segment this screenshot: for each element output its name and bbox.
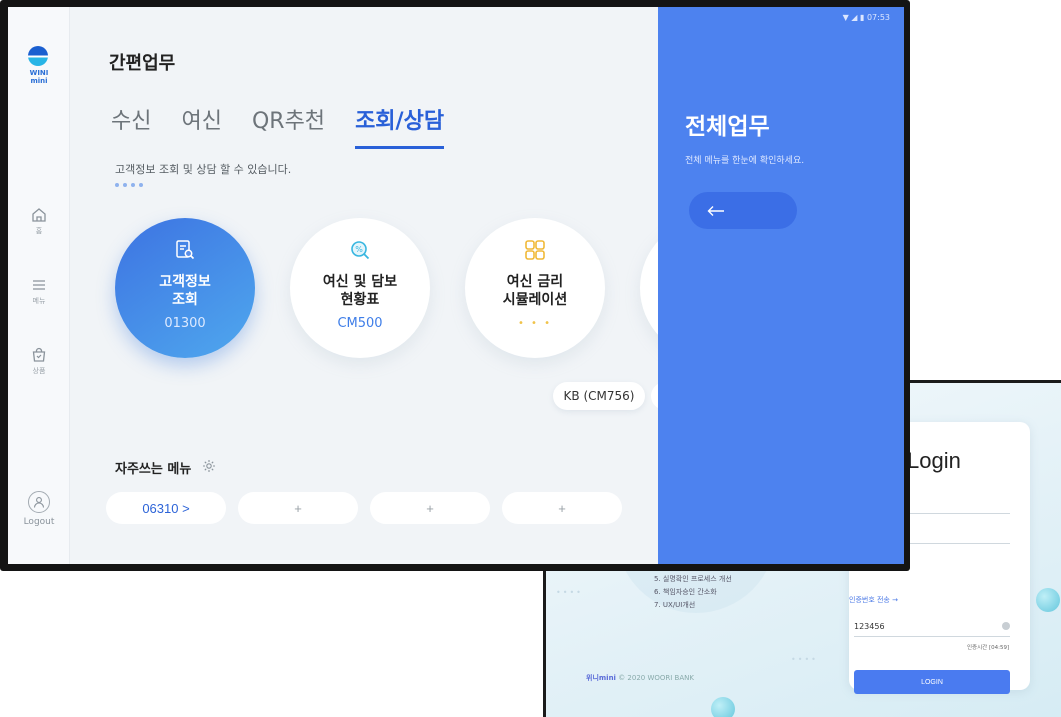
- all-tasks-panel: 전체업무 전체 메뉴를 한눈에 확인하세요.: [658, 7, 904, 564]
- status-time: ▼ ◢ ▮ 07:53: [842, 13, 890, 22]
- menu-icon: [33, 280, 45, 290]
- back-button[interactable]: [689, 192, 797, 229]
- calculator-icon: [525, 240, 545, 260]
- decorative-orb: [711, 697, 735, 717]
- all-tasks-subtitle: 전체 메뉴를 한눈에 확인하세요.: [685, 156, 805, 166]
- feature-item: 7. UX/UI개선: [654, 601, 696, 609]
- section-description: 고객정보 조회 및 상담 할 수 있습니다.: [115, 163, 292, 176]
- user-icon: [28, 491, 50, 513]
- tab-loan[interactable]: 여신: [181, 103, 221, 149]
- settings-gear-icon[interactable]: [202, 459, 216, 473]
- card-title-line: 시뮬레이션: [502, 292, 568, 308]
- page-title: 간편업무: [109, 53, 176, 74]
- card-title-line: 조회: [172, 292, 198, 308]
- send-code-link[interactable]: 인증번호 전송 →: [849, 595, 898, 605]
- card-title-line: 현황표: [340, 292, 380, 308]
- home-icon: [32, 208, 46, 222]
- bag-icon: [32, 347, 46, 362]
- brand-logo-text: 위니mini: [586, 674, 616, 682]
- card-title: 여신 금리 시뮬레이션: [465, 273, 605, 309]
- feature-list: 5. 실명확인 프로세스 개선 6. 책임자승인 간소화 7. UX/UI개선: [654, 573, 732, 612]
- feature-item: 5. 실명확인 프로세스 개선: [654, 575, 732, 583]
- otp-input[interactable]: 123456: [854, 622, 885, 631]
- rail-item-home[interactable]: 홈: [8, 207, 70, 236]
- logo-text-bottom: mini: [30, 77, 48, 85]
- decorative-dots: ••••: [791, 655, 818, 664]
- rail-item-menu[interactable]: 메뉴: [8, 277, 70, 306]
- card-code: 01300: [164, 316, 206, 331]
- brand-footer: 위니mini © 2020 WOORI BANK: [586, 673, 694, 683]
- tablet-device: WINI mini 홈 메뉴 상품 Logout 간편업무 수신 여신 QR추천…: [0, 0, 910, 571]
- logo-text-top: WINI: [29, 69, 49, 77]
- rail-item-products[interactable]: 상품: [8, 347, 70, 376]
- card-title: 고객정보 조회: [115, 273, 255, 309]
- page-indicator[interactable]: [115, 183, 143, 187]
- kb-chip[interactable]: KB (CM756): [553, 382, 645, 410]
- clear-icon[interactable]: [1002, 622, 1010, 630]
- favorites-title: 자주쓰는 메뉴: [115, 462, 192, 477]
- card-title: 여신 및 담보 현황표: [290, 273, 430, 309]
- card-customer-inquiry[interactable]: 고객정보 조회 01300: [115, 218, 255, 358]
- logout-label: Logout: [23, 517, 55, 527]
- tab-bar: 수신 여신 QR추천 조회/상담: [111, 103, 474, 149]
- logout-button[interactable]: Logout: [8, 491, 70, 527]
- status-bar: ▼ ◢ ▮ 07:53: [658, 7, 904, 27]
- card-title-line: 여신 금리: [506, 274, 564, 290]
- document-search-icon: [176, 240, 195, 260]
- feature-item: 6. 책임자승인 간소화: [654, 588, 717, 596]
- otp-underline: [854, 636, 1010, 637]
- login-title: Login: [907, 448, 961, 473]
- card-title-line: 여신 및 담보: [322, 274, 398, 290]
- rail-label: 홈: [35, 227, 43, 235]
- card-title-line: 고객정보: [159, 274, 211, 290]
- favorite-add-slot[interactable]: +: [502, 492, 622, 524]
- tab-inquiry-consult[interactable]: 조회/상담: [355, 103, 445, 149]
- all-tasks-title: 전체업무: [685, 114, 770, 140]
- wini-logo-icon: [28, 46, 48, 66]
- favorite-slot-1[interactable]: 06310 >: [106, 492, 226, 524]
- favorite-add-slot[interactable]: +: [238, 492, 358, 524]
- decorative-dots: ••••: [556, 588, 583, 597]
- side-rail: WINI mini 홈 메뉴 상품 Logout: [8, 7, 70, 564]
- tab-deposit[interactable]: 수신: [111, 103, 151, 149]
- card-loan-rate-simulation[interactable]: 여신 금리 시뮬레이션 • • •: [465, 218, 605, 358]
- card-code: CM500: [337, 316, 383, 331]
- card-loan-collateral-status[interactable]: % 여신 및 담보 현황표 CM500: [290, 218, 430, 358]
- card-code: • • •: [517, 318, 553, 329]
- stage: 5. 실명확인 프로세스 개선 6. 책임자승인 간소화 7. UX/UI개선 …: [0, 0, 1061, 717]
- svg-text:%: %: [355, 245, 363, 254]
- otp-timer: 인증시간 [04:59]: [967, 645, 1010, 651]
- rail-label: 상품: [32, 367, 46, 375]
- arrow-left-icon: [707, 205, 724, 216]
- tablet-screen: WINI mini 홈 메뉴 상품 Logout 간편업무 수신 여신 QR추천…: [8, 7, 904, 564]
- rail-label: 메뉴: [32, 297, 46, 305]
- login-button[interactable]: LOGIN: [854, 670, 1010, 694]
- favorite-add-slot[interactable]: +: [370, 492, 490, 524]
- decorative-orb: [1036, 588, 1060, 612]
- percent-search-icon: %: [351, 241, 370, 260]
- tab-qr-recommend[interactable]: QR추천: [252, 103, 325, 149]
- copyright-text: © 2020 WOORI BANK: [618, 674, 694, 682]
